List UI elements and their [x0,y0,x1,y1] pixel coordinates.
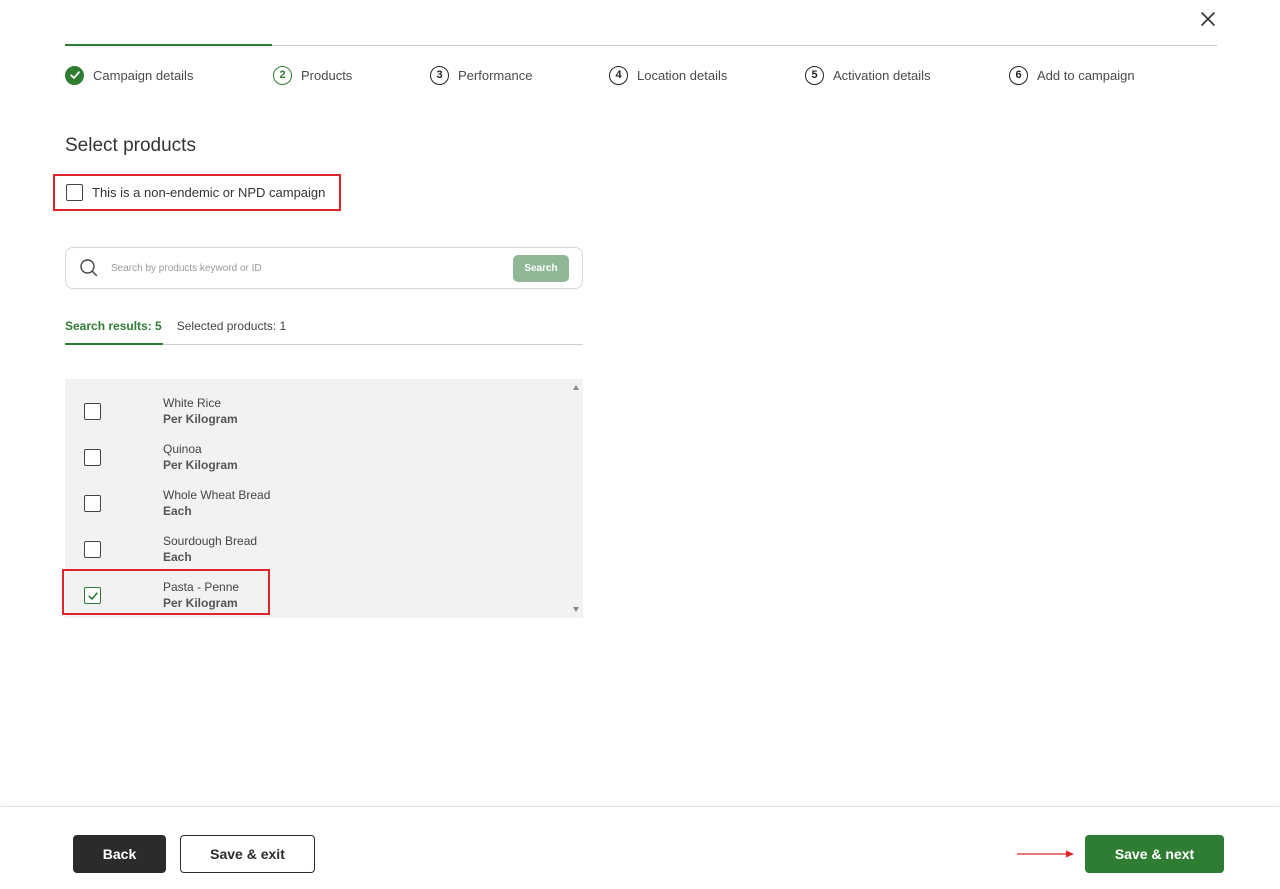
step-label: Performance [458,67,533,83]
step-done-circle [65,65,84,85]
list-item[interactable]: Whole Wheat Bread Each [65,476,575,522]
search-button[interactable]: Search [513,255,569,282]
step-number: 5 [805,65,824,85]
list-item[interactable]: Sourdough Bread Each [65,522,575,568]
progress-fill [65,44,272,46]
search-input[interactable] [111,262,491,274]
step-performance[interactable]: 3 Performance [430,65,532,85]
product-name: Whole Wheat Bread [163,488,271,502]
product-name: Pasta - Penne [163,580,240,594]
footer-bar: Back Save & exit Save & next [0,806,1280,889]
search-icon [80,259,98,277]
product-unit: Per Kilogram [163,596,238,610]
list-item[interactable]: Quinoa Per Kilogram [65,430,575,476]
close-button[interactable] [1197,8,1219,30]
product-unit: Per Kilogram [163,412,238,426]
step-location-details[interactable]: 4 Location details [609,65,727,85]
step-number: 4 [609,65,628,85]
product-name: Sourdough Bread [163,534,258,548]
progress-track [65,44,1217,46]
product-list[interactable]: White Rice Per Kilogram Quinoa Per Kilog… [65,379,583,618]
search-bar: Search [65,247,583,289]
step-label: Add to campaign [1037,67,1135,83]
step-add-to-campaign[interactable]: 6 Add to campaign [1009,65,1135,85]
product-name: White Rice [163,396,222,410]
product-checkbox[interactable] [84,403,101,420]
npd-label[interactable]: This is a non-endemic or NPD campaign [92,185,325,200]
results-tabs: Search results: 5 Selected products: 1 [65,318,583,345]
npd-checkbox[interactable] [66,184,83,201]
tab-selected-products[interactable]: Selected products: 1 [177,318,286,344]
tab-search-results[interactable]: Search results: 5 [65,318,163,345]
npd-option: This is a non-endemic or NPD campaign [53,174,341,211]
section-title: Select products [65,135,196,156]
product-checkbox[interactable] [84,541,101,558]
step-campaign-details[interactable]: Campaign details [65,65,193,85]
product-name: Quinoa [163,442,202,456]
product-unit: Each [163,550,192,564]
close-icon [1201,12,1215,26]
step-label: Products [301,67,353,83]
product-unit: Each [163,504,192,518]
save-exit-button[interactable]: Save & exit [180,835,315,873]
product-checkbox[interactable] [84,449,101,466]
check-icon [87,591,98,600]
product-unit: Per Kilogram [163,458,238,472]
scroll-up-arrow[interactable] [573,385,579,390]
product-checkbox[interactable] [84,587,101,604]
arrow-right-icon [1017,850,1074,858]
scroll-down-arrow[interactable] [573,607,579,612]
product-checkbox[interactable] [84,495,101,512]
step-label: Location details [637,67,728,83]
step-number: 6 [1009,65,1028,85]
step-products[interactable]: 2 Products [273,65,352,85]
save-next-button[interactable]: Save & next [1085,835,1224,873]
step-activation-details[interactable]: 5 Activation details [805,65,931,85]
list-item[interactable]: Pasta - Penne Per Kilogram [65,568,575,614]
step-label: Activation details [833,67,931,83]
list-item[interactable]: White Rice Per Kilogram [65,384,575,430]
step-number: 3 [430,65,449,85]
step-number: 2 [273,65,292,85]
step-label: Campaign details [93,67,194,83]
back-button[interactable]: Back [73,835,166,873]
check-icon [69,71,80,79]
